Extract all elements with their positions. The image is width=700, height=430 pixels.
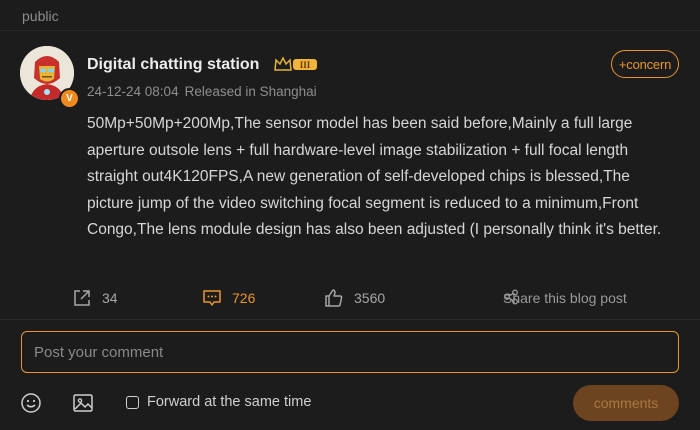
section-header: public bbox=[0, 0, 700, 31]
submit-comment-button[interactable]: comments bbox=[573, 385, 679, 421]
verified-badge: V bbox=[59, 88, 80, 109]
comment-icon bbox=[203, 290, 221, 306]
author-name[interactable]: Digital chatting station bbox=[87, 56, 259, 74]
composer-toolbar: Forward at the same time comments bbox=[0, 385, 700, 421]
follow-button[interactable]: +concern bbox=[611, 50, 679, 78]
image-icon[interactable] bbox=[72, 392, 94, 414]
share-icon bbox=[504, 289, 518, 305]
comment-input[interactable] bbox=[21, 331, 679, 373]
post-body: 50Mp+50Mp+200Mp,The sensor model has bee… bbox=[87, 115, 662, 238]
rank-badge: III bbox=[300, 60, 311, 70]
repost-count: 34 bbox=[102, 290, 118, 306]
like-icon bbox=[325, 289, 343, 307]
post-date: 24-12-24 08:04 bbox=[87, 84, 179, 99]
like-button[interactable]: 3560 bbox=[324, 285, 385, 311]
like-count: 3560 bbox=[354, 290, 386, 306]
share-button[interactable]: Share this blog post bbox=[503, 285, 627, 311]
post-meta: 24-12-24 08:04 Released in Shanghai bbox=[87, 84, 317, 99]
blog-post: V Digital chatting station III 24-12-24 … bbox=[0, 31, 700, 319]
crown-icon: III bbox=[274, 56, 317, 71]
post-actions: 34 726 3560 Share this blog post bbox=[0, 285, 700, 311]
section-label: public bbox=[22, 8, 59, 24]
share-label: Share this blog post bbox=[503, 290, 627, 306]
forward-option[interactable]: Forward at the same time bbox=[126, 394, 311, 410]
divider bbox=[0, 319, 700, 320]
post-location: Released in Shanghai bbox=[184, 84, 317, 99]
repost-icon bbox=[74, 290, 90, 306]
emoji-icon[interactable] bbox=[20, 392, 42, 414]
forward-checkbox[interactable] bbox=[126, 395, 139, 409]
repost-button[interactable]: 34 bbox=[72, 285, 118, 311]
forward-label: Forward at the same time bbox=[147, 394, 312, 410]
comment-button[interactable]: 726 bbox=[202, 285, 255, 311]
comment-count: 726 bbox=[232, 290, 256, 306]
